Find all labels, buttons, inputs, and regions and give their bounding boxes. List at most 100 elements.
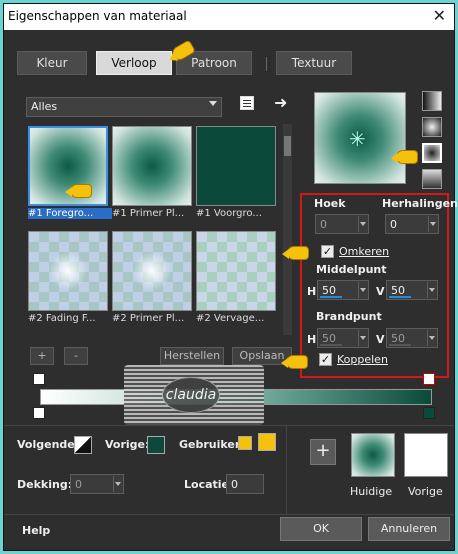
gradient-thumbnail-label: #2 Vervage...: [196, 313, 265, 324]
gradient-swatch[interactable]: [196, 231, 276, 311]
previous-label: Vorige: [408, 485, 443, 498]
user-swatch-1[interactable]: [238, 436, 252, 450]
angle-spinner[interactable]: 0: [315, 214, 369, 234]
pointer-hand-icon: [282, 246, 309, 260]
list-view-icon[interactable]: [240, 96, 254, 110]
sunburst-style-icon[interactable]: [422, 169, 442, 189]
gradient-swatch[interactable]: [112, 231, 192, 311]
radial-style-icon[interactable]: [422, 143, 442, 163]
repeats-value: 0: [390, 218, 397, 231]
chevron-down-icon[interactable]: [427, 330, 436, 346]
divider: [4, 425, 454, 426]
title-bar: Eigenschappen van materiaal ✕: [4, 4, 454, 30]
previous-preview[interactable]: [404, 433, 448, 477]
category-value: Alles: [31, 100, 58, 113]
opacity-label: Dekking:: [17, 478, 73, 491]
gradient-thumbnail-label: #2 Fading F...: [28, 313, 96, 324]
repeats-label: Herhalingen: [382, 197, 458, 210]
cancel-button[interactable]: Annuleren: [368, 517, 450, 541]
prev-swatch[interactable]: [147, 436, 165, 454]
location-input[interactable]: 0: [226, 474, 264, 494]
gradient-thumbnail-label: #1 Foregro...: [28, 208, 112, 219]
gradient-thumbnail-label: #2 Primer Pl...: [112, 313, 185, 324]
pointer-hand-icon: [391, 150, 418, 164]
add-swatch-button[interactable]: +: [310, 439, 336, 465]
category-dropdown[interactable]: Alles: [26, 97, 222, 117]
tab-kleur[interactable]: Kleur: [17, 51, 87, 75]
focal-v-label: V: [376, 333, 385, 346]
chevron-down-icon[interactable]: [358, 330, 367, 346]
outer-frame: Eigenschappen van materiaal ✕ Kleur Verl…: [0, 0, 458, 554]
center-h-bar: [320, 296, 342, 298]
invert-checkbox[interactable]: ✓: [321, 245, 334, 258]
scroll-thumb[interactable]: [284, 136, 291, 156]
gradient-thumbnail-label: #1 Voorgro...: [196, 208, 262, 219]
chevron-down-icon[interactable]: [113, 476, 122, 492]
pointer-hand-icon: [281, 355, 308, 369]
tab-textuur[interactable]: Textuur: [276, 51, 352, 75]
tab-separator: [266, 57, 267, 71]
gradient-thumbnail[interactable]: #2 Primer Pl...: [112, 231, 192, 324]
add-gradient-button[interactable]: +: [30, 347, 54, 365]
current-preview[interactable]: [351, 433, 395, 477]
chevron-down-icon: [209, 101, 217, 106]
chevron-down-icon[interactable]: [427, 282, 436, 298]
focal-label: Brandpunt: [316, 310, 382, 323]
help-link[interactable]: Help: [22, 524, 50, 537]
divider: [4, 514, 454, 515]
end-marker-icon[interactable]: [423, 373, 435, 385]
repeats-spinner[interactable]: 0: [385, 214, 439, 234]
start-marker-icon[interactable]: [33, 373, 45, 385]
center-crosshair-icon[interactable]: ✳: [349, 127, 366, 151]
gradient-thumbnail[interactable]: #1 Primer Pl...: [112, 126, 192, 219]
close-icon[interactable]: ✕: [433, 6, 446, 25]
prev-label: Vorige:: [105, 438, 150, 451]
gradient-swatch[interactable]: [112, 126, 192, 206]
center-label: Middelpunt: [316, 263, 387, 276]
opacity-spinner[interactable]: 0: [70, 474, 124, 494]
restore-button[interactable]: Herstellen: [160, 347, 224, 365]
gradient-thumbnail-label: #1 Primer Pl...: [112, 208, 185, 219]
focal-v-spinner[interactable]: 50: [386, 328, 438, 348]
rectangular-style-icon[interactable]: [422, 117, 442, 137]
gradient-thumbnail[interactable]: #2 Fading F...: [28, 231, 108, 324]
ok-button[interactable]: OK: [280, 517, 362, 541]
center-h-spinner[interactable]: 50: [317, 280, 369, 300]
pointer-hand-icon: [65, 184, 92, 198]
gradient-swatch[interactable]: [196, 126, 276, 206]
gradient-thumbnail[interactable]: #1 Foregro...: [28, 126, 112, 219]
watermark-logo: claudia: [124, 365, 264, 425]
gradient-swatch[interactable]: [28, 231, 108, 311]
thumbnail-scrollbar[interactable]: [283, 124, 292, 335]
center-v-spinner[interactable]: 50: [386, 280, 438, 300]
chevron-down-icon[interactable]: [428, 216, 437, 232]
start-color-stop[interactable]: [33, 407, 45, 419]
chevron-down-icon[interactable]: [358, 216, 367, 232]
focal-h-spinner[interactable]: 50: [317, 328, 369, 348]
window-title: Eigenschappen van materiaal: [8, 9, 187, 23]
angle-value: 0: [320, 218, 327, 231]
focal-h-label: H: [307, 333, 317, 346]
link-label: Koppelen: [337, 353, 388, 366]
user-label: Gebruiker:: [179, 438, 245, 451]
watermark-text: claudia: [162, 377, 220, 413]
focal-v-bar: [389, 344, 411, 346]
center-h-label: H: [307, 285, 317, 298]
chevron-down-icon[interactable]: [358, 282, 367, 298]
tab-verloop[interactable]: Verloop: [96, 51, 172, 75]
end-color-stop[interactable]: [423, 407, 435, 419]
linear-style-icon[interactable]: [422, 91, 442, 111]
arrow-right-icon[interactable]: ➜: [274, 93, 287, 112]
current-label: Huidige: [350, 485, 393, 498]
user-swatch-2[interactable]: [258, 433, 276, 451]
gradient-thumbnail[interactable]: #1 Voorgro...: [196, 126, 276, 219]
center-v-bar: [389, 296, 411, 298]
next-label: Volgende:: [17, 438, 80, 451]
remove-gradient-button[interactable]: -: [64, 347, 88, 365]
next-swatch[interactable]: [74, 436, 92, 454]
material-properties-dialog: Eigenschappen van materiaal ✕ Kleur Verl…: [3, 3, 458, 551]
angle-label: Hoek: [314, 197, 346, 210]
gradient-thumbnail[interactable]: #2 Vervage...: [196, 231, 276, 324]
gradient-preview: ✳: [314, 92, 406, 184]
link-checkbox[interactable]: ✓: [319, 353, 332, 366]
